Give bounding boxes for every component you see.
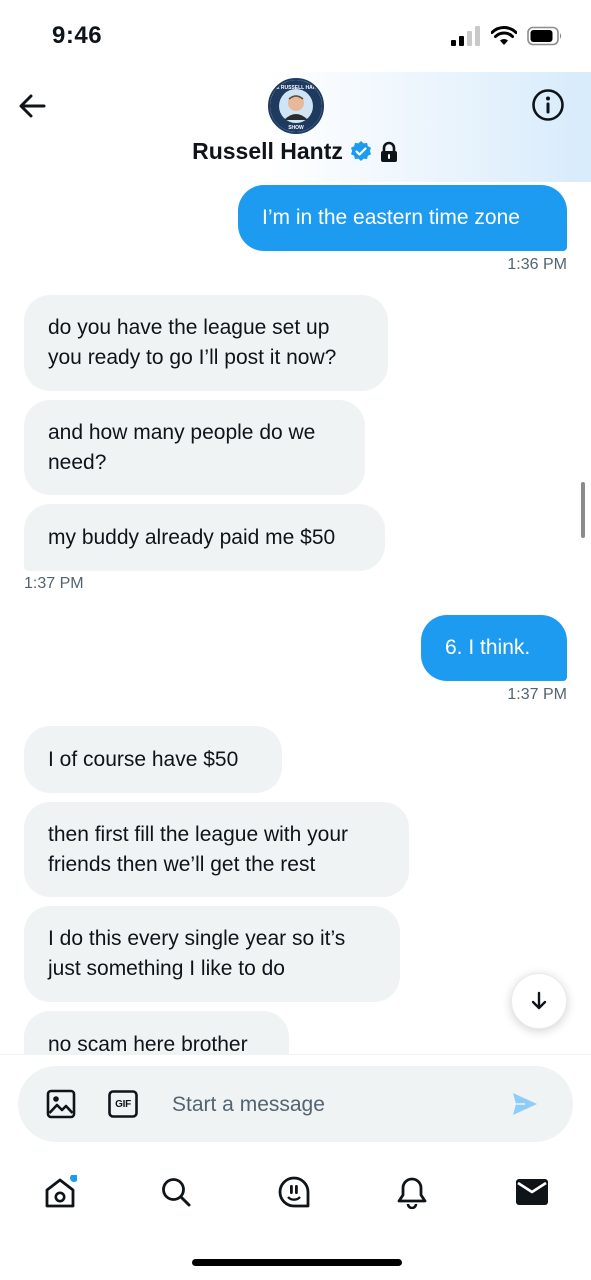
arrow-down-icon: [531, 991, 547, 1010]
nav-search[interactable]: [156, 1172, 196, 1212]
message-bubble-incoming[interactable]: I of course have $50: [24, 726, 282, 793]
cellular-signal-icon: [451, 26, 480, 46]
message-timestamp: 1:36 PM: [507, 256, 567, 273]
verified-badge-icon: [350, 140, 371, 161]
contact-name: Russell Hantz: [192, 138, 343, 164]
message-text: need?: [48, 450, 107, 474]
avatar-image: THE RUSSELL HANTZ SHOW: [270, 80, 322, 132]
send-icon[interactable]: [511, 1090, 539, 1118]
message-timestamp: 1:37 PM: [507, 686, 567, 703]
message-text: I of course have $50: [48, 747, 239, 771]
messages-icon: [516, 1179, 548, 1205]
lock-icon: [380, 141, 397, 162]
message-text: and how many people do we: [48, 420, 316, 444]
message-text: do you have the league set up: [48, 316, 330, 339]
message-timestamp: 1:37 PM: [24, 575, 84, 592]
nav-home[interactable]: [40, 1172, 80, 1212]
contact-name-row[interactable]: Russell Hantz: [0, 138, 591, 165]
svg-text:SHOW: SHOW: [288, 125, 304, 131]
message-bubble-outgoing[interactable]: I’m in the eastern time zone: [238, 185, 567, 251]
message-text: I’m in the eastern time zone: [262, 206, 520, 229]
message-bubble-outgoing[interactable]: 6. I think.: [421, 615, 567, 681]
notifications-icon: [397, 1177, 427, 1209]
message-bubble-incoming[interactable]: and how many people do we need?: [24, 400, 365, 495]
message-text: then first fill the league with your: [48, 822, 348, 846]
message-composer: GIF: [18, 1066, 573, 1142]
status-time: 9:46: [52, 22, 103, 49]
wifi-icon: [491, 26, 517, 45]
home-icon: [45, 1175, 77, 1208]
spaces-icon: [278, 1176, 310, 1208]
status-icons: [451, 26, 563, 46]
info-icon[interactable]: [531, 88, 565, 122]
home-indicator[interactable]: [192, 1259, 402, 1266]
message-text: you ready to go I’ll post it now?: [48, 346, 337, 369]
gif-button[interactable]: GIF: [108, 1090, 138, 1118]
message-text: I do this every single year so it’s: [48, 927, 346, 950]
message-bubble-incoming[interactable]: I do this every single year so it’s just…: [24, 906, 400, 1002]
avatar[interactable]: THE RUSSELL HANTZ SHOW: [268, 78, 324, 134]
gif-label: GIF: [115, 1098, 131, 1110]
nav-messages[interactable]: [512, 1172, 552, 1212]
message-text: my buddy already paid me $50: [48, 525, 336, 549]
message-bubble-incoming[interactable]: do you have the league set up you ready …: [24, 295, 388, 391]
composer-divider: [0, 1054, 591, 1055]
status-bar: 9:46: [0, 0, 591, 72]
svg-text:THE RUSSELL HANTZ: THE RUSSELL HANTZ: [270, 85, 322, 91]
conversation-header: THE RUSSELL HANTZ SHOW Russell Hantz: [0, 72, 591, 182]
nav-spaces[interactable]: [274, 1172, 314, 1212]
image-icon[interactable]: [46, 1089, 76, 1119]
message-input[interactable]: [170, 1084, 494, 1126]
message-text: just something I like to do: [48, 957, 285, 980]
message-bubble-incoming[interactable]: then first fill the league with your fri…: [24, 802, 409, 897]
message-text: friends then we’ll get the rest: [48, 852, 316, 876]
nav-notifications[interactable]: [392, 1172, 432, 1212]
battery-icon: [527, 26, 562, 46]
scroll-to-bottom-button[interactable]: [511, 973, 567, 1029]
bottom-navigation: [0, 1160, 591, 1220]
back-arrow-icon[interactable]: [16, 90, 48, 122]
message-text: no scam here brother: [48, 1032, 248, 1055]
scrollbar-thumb[interactable]: [581, 482, 585, 538]
message-list[interactable]: I’m in the eastern time zone 1:36 PM do …: [0, 182, 591, 1054]
search-icon: [162, 1178, 191, 1207]
message-text: 6. I think.: [445, 636, 531, 659]
message-bubble-incoming[interactable]: my buddy already paid me $50: [24, 504, 385, 571]
message-bubble-incoming[interactable]: no scam here brother: [24, 1011, 289, 1054]
